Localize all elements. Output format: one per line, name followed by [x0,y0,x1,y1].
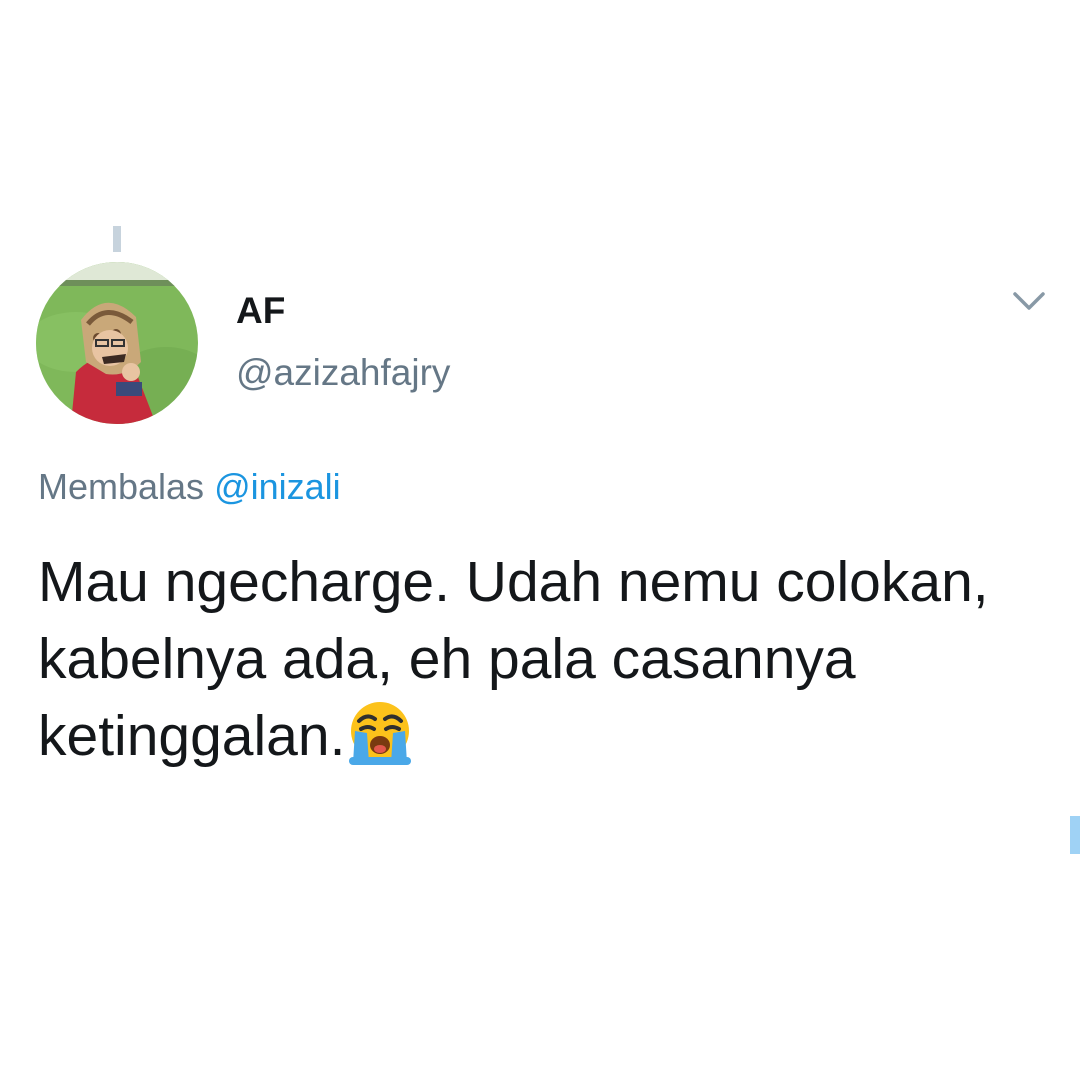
reply-prefix: Membalas [38,466,205,507]
author-handle[interactable]: @azizahfajry [236,352,450,394]
avatar[interactable] [36,262,198,424]
reply-context: Membalas @inizali [38,466,341,508]
edge-indicator [1070,816,1080,854]
chevron-down-icon[interactable] [1011,288,1047,316]
tweet-text: Mau ngecharge. Udah nemu colokan, kabeln… [38,544,1038,775]
reply-to-handle-link[interactable]: @inizali [214,466,341,507]
tweet-text-content: Mau ngecharge. Udah nemu colokan, kabeln… [38,550,989,768]
author-display-name[interactable]: AF [236,290,285,332]
loudly-crying-face-icon [345,699,415,765]
thread-connector-line [113,226,121,252]
